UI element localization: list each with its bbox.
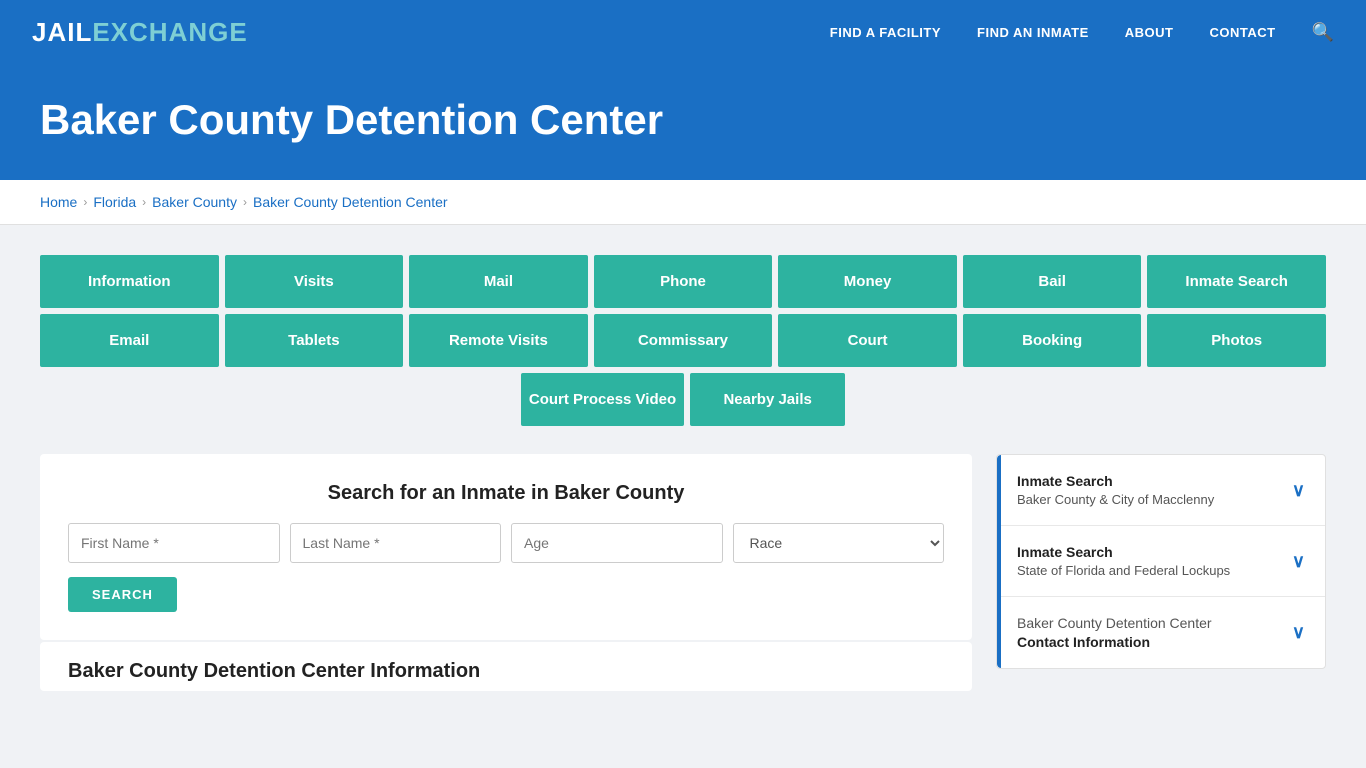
navbar-links: FIND A FACILITY FIND AN INMATE ABOUT CONTAC… (830, 22, 1334, 43)
two-col-layout: Search for an Inmate in Baker County Rac… (40, 454, 1326, 691)
section-heading-container: Baker County Detention Center Informatio… (40, 642, 972, 691)
btn-bail[interactable]: Bail (963, 255, 1142, 308)
sidebar-inmate-search-county-chevron-icon: ∨ (1292, 480, 1305, 501)
sidebar-contact-info-text: Baker County Detention Center Contact Inf… (1017, 615, 1212, 650)
btn-court-process-video[interactable]: Court Process Video (521, 373, 684, 426)
logo[interactable]: JAIL EXCHANGE (32, 17, 248, 48)
breadcrumb-sep-2: › (142, 195, 146, 209)
navbar-link-contact[interactable]: CONTACT (1209, 25, 1275, 40)
breadcrumb-sep-3: › (243, 195, 247, 209)
btn-inmate-search[interactable]: Inmate Search (1147, 255, 1326, 308)
sidebar-contact-info-title: Baker County Detention Center (1017, 615, 1212, 631)
age-input[interactable] (511, 523, 723, 563)
sidebar-inmate-search-state-title: Inmate Search (1017, 544, 1230, 560)
breadcrumb-florida[interactable]: Florida (93, 194, 136, 210)
sidebar-inmate-search-state-chevron-icon: ∨ (1292, 551, 1305, 572)
sidebar-contact-info[interactable]: Baker County Detention Center Contact Inf… (997, 597, 1325, 668)
search-panel: Search for an Inmate in Baker County Rac… (40, 454, 972, 640)
logo-jail: JAIL (32, 17, 92, 48)
btn-commissary[interactable]: Commissary (594, 314, 773, 367)
breadcrumb: Home › Florida › Baker County › Baker County D… (40, 194, 1326, 210)
sidebar-card: Inmate Search Baker County & City of Macc… (996, 454, 1326, 669)
sidebar-inmate-search-county-text: Inmate Search Baker County & City of Macc… (1017, 473, 1214, 507)
search-fields: Race White Black Hispanic Asian Other (68, 523, 944, 563)
page-title: Baker County Detention Center (40, 96, 1326, 144)
search-title: Search for an Inmate in Baker County (68, 482, 944, 505)
grid-row-3: Court Process VideoNearby Jails (40, 373, 1326, 426)
sidebar-inmate-search-state-subtitle: State of Florida and Federal Lockups (1017, 563, 1230, 578)
btn-photos[interactable]: Photos (1147, 314, 1326, 367)
btn-email[interactable]: Email (40, 314, 219, 367)
navbar: JAIL EXCHANGE FIND A FACILITY FIND AN INM… (0, 0, 1366, 64)
last-name-input[interactable] (290, 523, 502, 563)
search-icon[interactable]: 🔍 (1312, 22, 1334, 43)
sidebar-inmate-search-county-subtitle: Baker County & City of Macclenny (1017, 492, 1214, 507)
btn-tablets[interactable]: Tablets (225, 314, 404, 367)
breadcrumb-bar: Home › Florida › Baker County › Baker County D… (0, 180, 1366, 225)
btn-booking[interactable]: Booking (963, 314, 1142, 367)
grid-row-1: InformationVisitsMailPhoneMoneyBailInmat… (40, 255, 1326, 308)
section-heading: Baker County Detention Center Informatio… (68, 660, 944, 683)
race-select[interactable]: Race White Black Hispanic Asian Other (733, 523, 945, 563)
sidebar-contact-info-chevron-icon: ∨ (1292, 622, 1305, 643)
first-name-input[interactable] (68, 523, 280, 563)
left-col: Search for an Inmate in Baker County Rac… (40, 454, 972, 691)
sidebar-inmate-search-county[interactable]: Inmate Search Baker County & City of Macc… (997, 455, 1325, 526)
right-sidebar: Inmate Search Baker County & City of Macc… (996, 454, 1326, 669)
breadcrumb-sep-1: › (83, 195, 87, 209)
sidebar-contact-info-subtitle: Contact Information (1017, 634, 1212, 650)
btn-mail[interactable]: Mail (409, 255, 588, 308)
navbar-link-find-a-facility[interactable]: FIND A FACILITY (830, 25, 941, 40)
btn-visits[interactable]: Visits (225, 255, 404, 308)
btn-court[interactable]: Court (778, 314, 957, 367)
btn-phone[interactable]: Phone (594, 255, 773, 308)
navbar-link-about[interactable]: ABOUT (1125, 25, 1174, 40)
hero-section: Baker County Detention Center (0, 64, 1366, 180)
btn-information[interactable]: Information (40, 255, 219, 308)
sidebar-inmate-search-state-text: Inmate Search State of Florida and Federa… (1017, 544, 1230, 578)
sidebar-inmate-search-state[interactable]: Inmate Search State of Florida and Federa… (997, 526, 1325, 597)
btn-money[interactable]: Money (778, 255, 957, 308)
main-content: InformationVisitsMailPhoneMoneyBailInmat… (0, 225, 1366, 721)
breadcrumb-baker-county[interactable]: Baker County (152, 194, 237, 210)
navbar-link-find-an-inmate[interactable]: FIND AN INMATE (977, 25, 1089, 40)
btn-remote-visits[interactable]: Remote Visits (409, 314, 588, 367)
sidebar-inmate-search-county-title: Inmate Search (1017, 473, 1214, 489)
grid-row-2: EmailTabletsRemote VisitsCommissaryCourt… (40, 314, 1326, 367)
btn-nearby-jails[interactable]: Nearby Jails (690, 373, 845, 426)
breadcrumb-home[interactable]: Home (40, 194, 77, 210)
breadcrumb-current[interactable]: Baker County Detention Center (253, 194, 448, 210)
search-button[interactable]: SEARCH (68, 577, 177, 612)
logo-exchange: EXCHANGE (92, 17, 247, 48)
